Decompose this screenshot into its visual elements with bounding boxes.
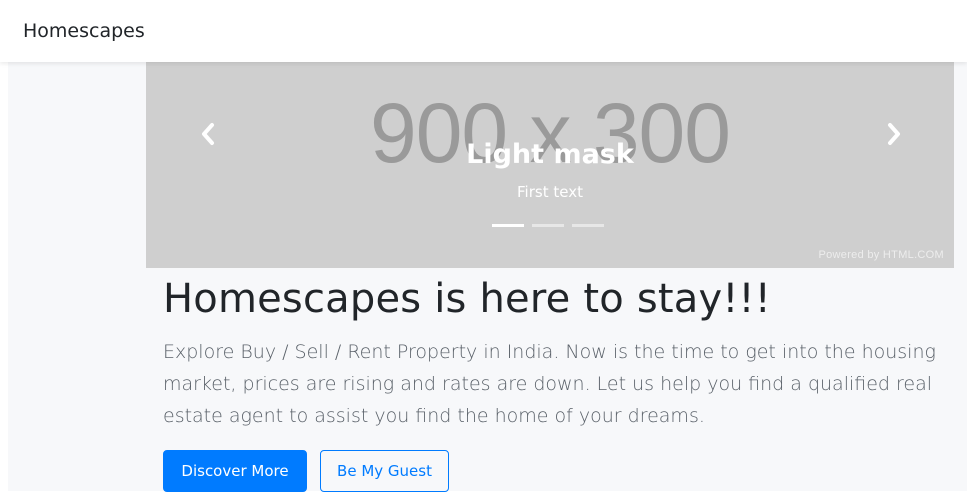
discover-more-button[interactable]: Discover More: [163, 450, 307, 492]
navbar: Homescapes: [0, 0, 967, 62]
carousel-prev-button[interactable]: [188, 114, 228, 154]
chevron-right-icon: [888, 123, 900, 145]
carousel-indicator-2[interactable]: [532, 224, 564, 227]
page-headline: Homescapes is here to stay!!!: [163, 276, 772, 322]
carousel: 900 x 300 Light mask First text Powered …: [146, 62, 954, 268]
navbar-brand[interactable]: Homescapes: [23, 19, 145, 43]
be-my-guest-button[interactable]: Be My Guest: [320, 450, 449, 492]
chevron-left-icon: [202, 123, 214, 145]
carousel-caption-text: First text: [517, 183, 583, 201]
carousel-indicator-3[interactable]: [572, 224, 604, 227]
hero-lead-text: Explore Buy / Sell / Rent Property in In…: [163, 341, 936, 427]
carousel-caption-title: Light mask: [466, 139, 634, 170]
carousel-indicators: [492, 224, 604, 228]
carousel-next-button[interactable]: [874, 114, 914, 154]
carousel-indicator-1[interactable]: [492, 224, 524, 227]
powered-by-text: Powered by HTML.COM: [818, 249, 944, 261]
